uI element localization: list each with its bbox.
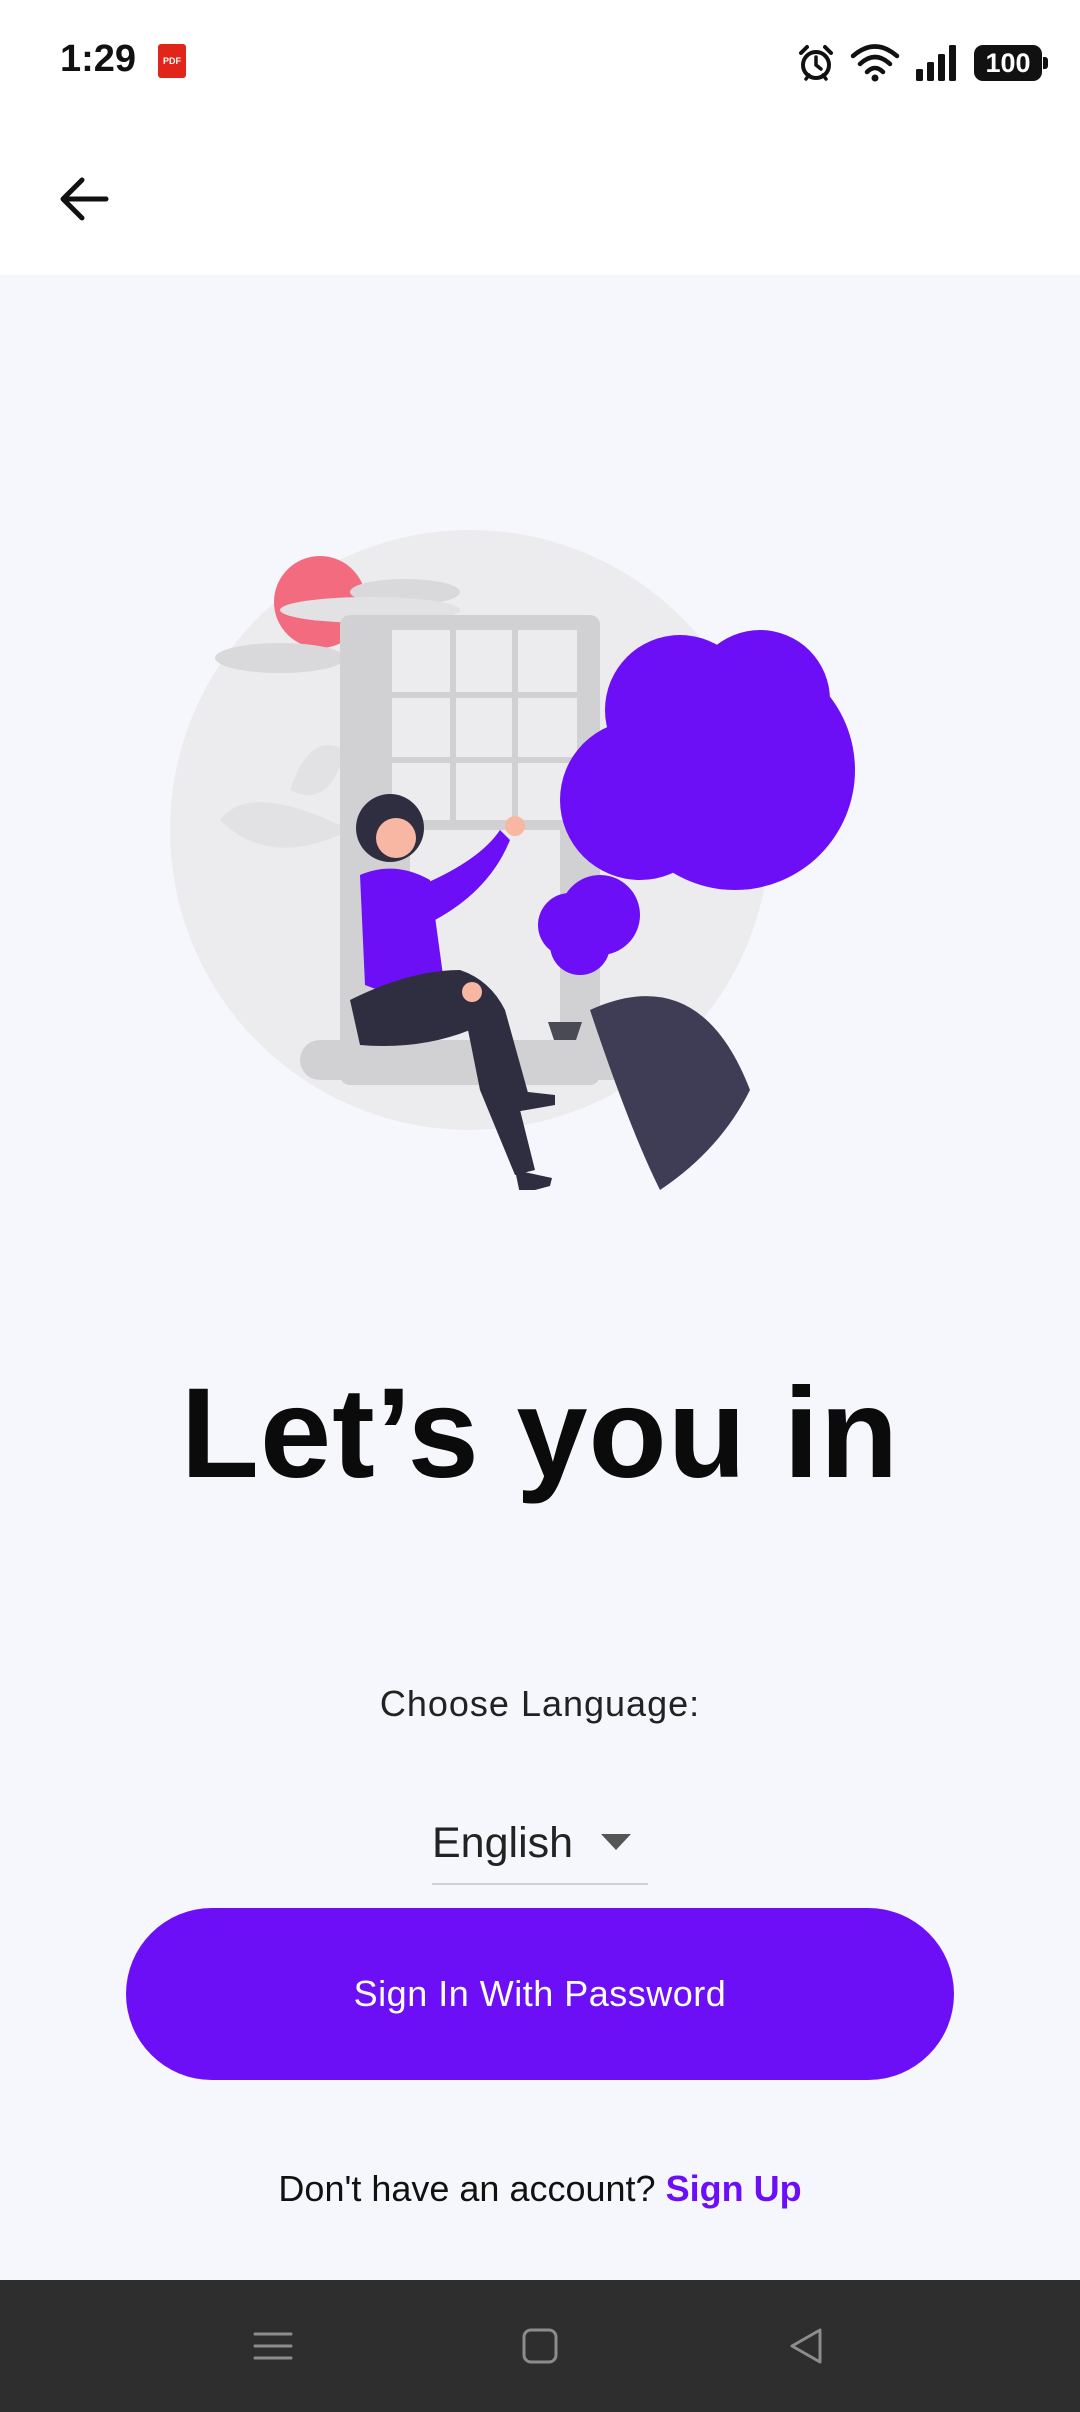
language-dropdown[interactable]: English <box>432 1803 648 1885</box>
app-bar <box>0 125 1080 275</box>
menu-icon <box>253 2332 293 2360</box>
back-icon <box>790 2328 822 2364</box>
system-nav-bar <box>0 2280 1080 2412</box>
signup-prompt-row: Don't have an account? Sign Up <box>0 2168 1080 2210</box>
alarm-icon <box>799 45 833 81</box>
pdf-notification-icon: PDF <box>158 44 186 78</box>
back-button[interactable] <box>42 157 126 241</box>
sign-up-link[interactable]: Sign Up <box>666 2168 802 2209</box>
signup-prompt-text: Don't have an account? <box>278 2168 656 2209</box>
status-time: 1:29 <box>60 38 137 80</box>
home-icon <box>522 2328 558 2364</box>
signal-icon <box>916 45 956 81</box>
sign-in-with-password-button[interactable]: Sign In With Password <box>126 1908 954 2080</box>
battery-icon: 100 <box>974 45 1048 81</box>
caret-down-icon <box>601 1834 632 1850</box>
language-label: Choose Language: <box>379 1683 701 1724</box>
back-nav-button[interactable] <box>776 2316 836 2376</box>
arrow-left-icon <box>60 177 109 221</box>
page-title: Let’s you in <box>180 1362 900 1505</box>
home-button[interactable] <box>510 2316 570 2376</box>
wifi-icon <box>850 44 900 82</box>
language-selected-value: English <box>432 1818 574 1867</box>
login-illustration <box>170 530 855 1190</box>
status-icons: 100 <box>796 38 1048 88</box>
recents-button[interactable] <box>243 2316 303 2376</box>
status-bar: 1:29 PDF 100 <box>0 0 1080 125</box>
